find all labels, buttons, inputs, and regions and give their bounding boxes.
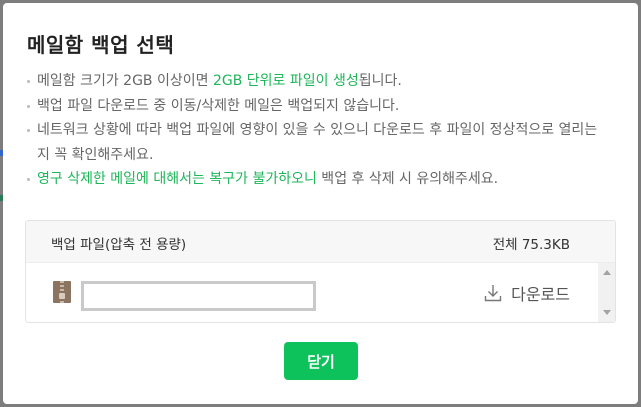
- backup-dialog: 메일함 백업 선택 메일함 크기가 2GB 이상이면 2GB 단위로 파일이 생…: [3, 3, 638, 404]
- close-button[interactable]: 닫기: [284, 342, 358, 380]
- download-label: 다운로드: [511, 285, 570, 304]
- notice-text: 네트워크 상황에 따라 백업 파일에 영향이 있을 수 있으니 다운로드 후 파…: [37, 122, 598, 163]
- notice-item: 영구 삭제한 메일에 대해서는 복구가 불가하오니 백업 후 삭제 시 유의해주…: [25, 167, 605, 192]
- notice-text: 됩니다.: [358, 73, 402, 89]
- notice-text: 백업 파일 다운로드 중 이동/삭제한 메일은 백업되지 않습니다.: [37, 97, 400, 114]
- file-row: 다운로드: [26, 263, 615, 322]
- download-button[interactable]: 다운로드: [483, 280, 570, 306]
- notice-text: 메일함 크기가 2GB 이상이면: [37, 73, 213, 89]
- notice-item: 백업 파일 다운로드 중 이동/삭제한 메일은 백업되지 않습니다.: [25, 94, 605, 119]
- notice-item: 메일함 크기가 2GB 이상이면 2GB 단위로 파일이 생성됩니다.: [25, 69, 605, 94]
- scroll-up-arrow-icon[interactable]: [603, 270, 611, 275]
- notice-highlight: 영구 삭제한 메일에 대해서는 복구가 불가하오니: [37, 171, 317, 187]
- file-list-scrollbar[interactable]: [598, 263, 615, 322]
- zipper-pull: [59, 293, 65, 299]
- notice-highlight: 2GB 단위로 파일이 생성: [212, 73, 359, 89]
- notice-item: 네트워크 상황에 따라 백업 파일에 영향이 있을 수 있으니 다운로드 후 파…: [25, 118, 605, 167]
- notice-list: 메일함 크기가 2GB 이상이면 2GB 단위로 파일이 생성됩니다. 백업 파…: [25, 69, 605, 192]
- total-size: 전체 75.3KB: [492, 237, 570, 253]
- dialog-title: 메일함 백업 선택: [27, 33, 175, 57]
- scroll-down-arrow-icon[interactable]: [603, 310, 611, 315]
- zipper-stripe: [60, 281, 64, 303]
- panel-header: 백업 파일(압축 전 용량) 전체 75.3KB: [26, 221, 615, 263]
- zip-file-icon: [53, 281, 71, 303]
- file-name: [81, 281, 316, 311]
- backup-file-panel: 백업 파일(압축 전 용량) 전체 75.3KB 다운로드: [25, 220, 616, 323]
- download-icon: [484, 285, 502, 302]
- panel-header-label: 백업 파일(압축 전 용량): [51, 237, 187, 253]
- notice-text: 백업 후 삭제 시 유의해주세요.: [316, 171, 499, 187]
